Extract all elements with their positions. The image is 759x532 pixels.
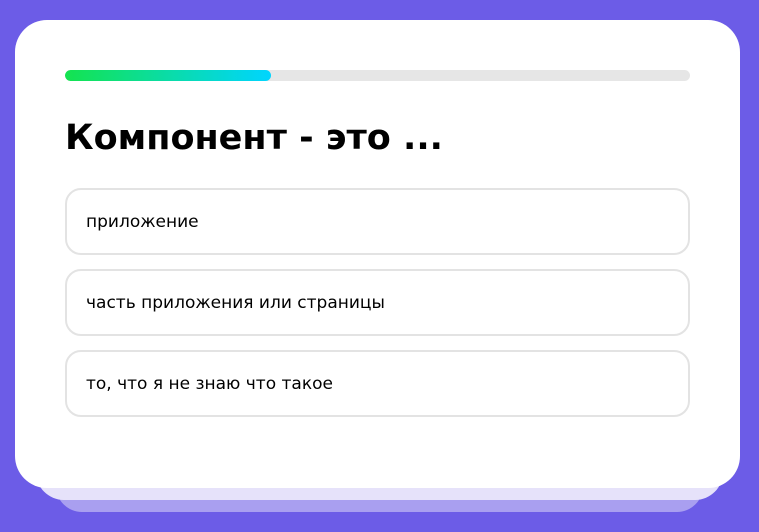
- answer-option-label: то, что я не знаю что такое: [86, 373, 333, 394]
- answer-option-1[interactable]: приложение: [65, 188, 690, 255]
- quiz-progress-fill: [65, 70, 272, 81]
- answer-list: приложение часть приложения или страницы…: [65, 188, 690, 431]
- question-title: Компонент - это ...: [65, 118, 443, 158]
- quiz-card: Компонент - это ... приложение часть при…: [15, 20, 740, 488]
- quiz-progress-bar: [65, 70, 690, 81]
- answer-option-2[interactable]: часть приложения или страницы: [65, 269, 690, 336]
- answer-option-label: часть приложения или страницы: [86, 292, 385, 313]
- answer-option-3[interactable]: то, что я не знаю что такое: [65, 350, 690, 417]
- answer-option-label: приложение: [86, 211, 199, 232]
